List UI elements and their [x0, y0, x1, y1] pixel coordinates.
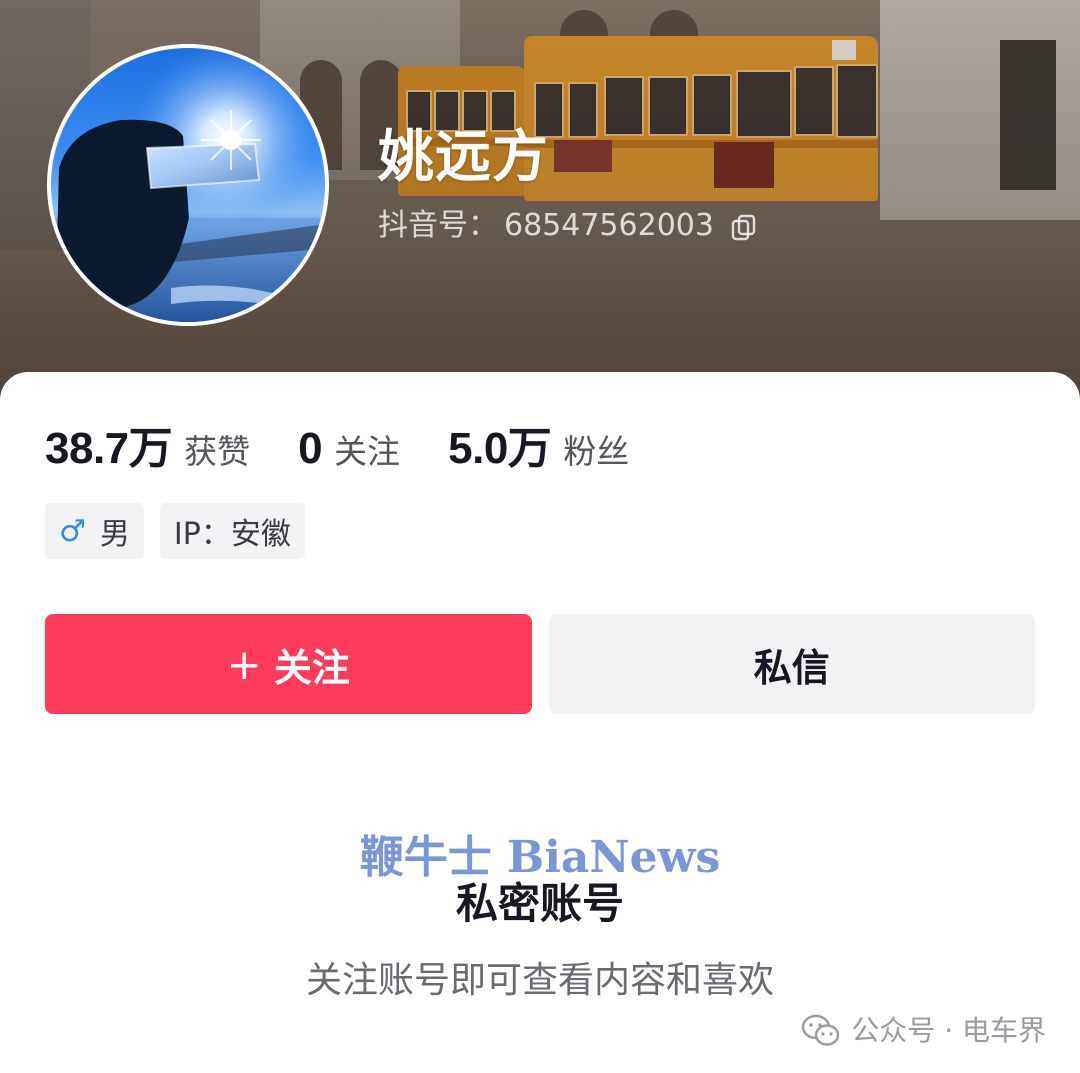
- wechat-icon: [802, 1014, 840, 1046]
- wechat-source-mark: 公众号 · 电车界: [801, 1011, 1046, 1051]
- wechat-source-text: 公众号 · 电车界: [851, 1014, 1046, 1047]
- message-button[interactable]: 私信: [548, 614, 1035, 714]
- stat-followers[interactable]: 5.0万 粉丝: [448, 412, 629, 476]
- private-account-subtitle: 关注账号即可查看内容和喜欢: [305, 960, 774, 1001]
- stat-following[interactable]: 0 关注: [298, 424, 400, 474]
- profile-card: 38.7万 获赞 0 关注 5.0万 粉丝 ♂ 男 IP：安徽 + 关注 私信 …: [0, 372, 1080, 1073]
- ip-location-tag: IP：安徽: [159, 503, 305, 559]
- account-id-value: 68547562003: [504, 208, 714, 243]
- follow-button-label: 关注: [273, 645, 350, 690]
- gender-tag: ♂ 男: [45, 503, 144, 559]
- stat-label: 粉丝: [563, 432, 630, 471]
- ip-location-label: IP：安徽: [173, 517, 291, 552]
- stat-value: 0: [298, 424, 323, 473]
- account-id-label: 抖音号：: [378, 208, 498, 243]
- stat-value: 5.0万: [448, 424, 552, 473]
- private-account-title: 私密账号: [455, 879, 624, 928]
- message-button-label: 私信: [753, 645, 830, 690]
- avatar-photo: [51, 48, 325, 322]
- profile-actions: + 关注 私信: [45, 614, 1035, 714]
- account-id-row: 抖音号： 68547562003: [378, 206, 758, 246]
- gender-label: 男: [99, 517, 130, 552]
- plus-icon: +: [226, 639, 262, 689]
- male-icon: ♂: [59, 513, 86, 549]
- avatar[interactable]: [47, 44, 329, 326]
- stat-label: 获赞: [184, 432, 251, 471]
- copy-icon[interactable]: [730, 212, 758, 241]
- stat-value: 38.7万: [45, 424, 173, 473]
- profile-nickname: 姚远方: [378, 125, 549, 190]
- profile-stats: 38.7万 获赞 0 关注 5.0万 粉丝: [45, 412, 677, 476]
- follow-button[interactable]: + 关注: [45, 614, 532, 714]
- stat-likes[interactable]: 38.7万 获赞: [45, 412, 250, 476]
- profile-tags: ♂ 男 IP：安徽: [45, 503, 305, 559]
- stat-label: 关注: [334, 432, 401, 471]
